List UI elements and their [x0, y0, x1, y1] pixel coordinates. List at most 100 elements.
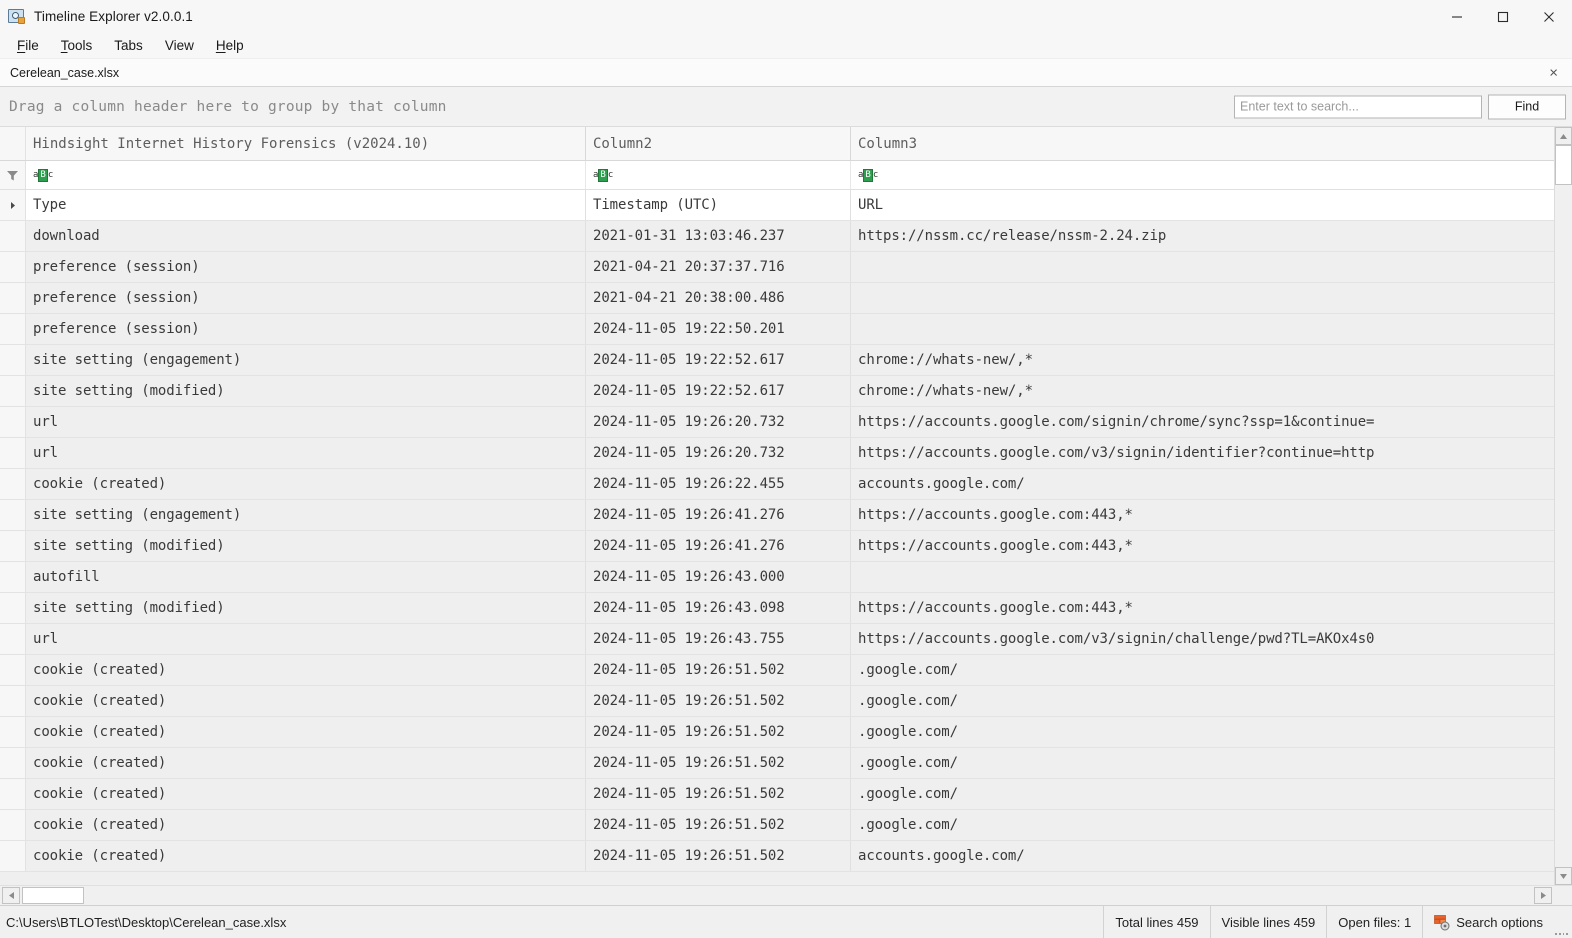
table-cell-1[interactable]: download — [26, 221, 586, 251]
row-indicator-cell[interactable] — [0, 624, 26, 654]
table-cell-1[interactable]: site setting (modified) — [26, 531, 586, 561]
table-row[interactable]: cookie (created)2024-11-05 19:26:51.502.… — [0, 748, 1554, 779]
table-cell-3[interactable]: https://accounts.google.com:443,* — [851, 500, 1554, 530]
table-cell-1[interactable]: autofill — [26, 562, 586, 592]
table-row[interactable]: cookie (created)2024-11-05 19:26:51.502.… — [0, 779, 1554, 810]
table-cell-2[interactable]: 2021-04-21 20:38:00.486 — [586, 283, 851, 313]
table-cell-2[interactable]: 2024-11-05 19:26:51.502 — [586, 686, 851, 716]
table-cell-2[interactable]: 2021-04-21 20:37:37.716 — [586, 252, 851, 282]
row-indicator-cell[interactable] — [0, 593, 26, 623]
menu-help[interactable]: Help — [205, 35, 255, 57]
table-cell-2[interactable]: 2024-11-05 19:26:41.276 — [586, 500, 851, 530]
resize-grip-icon[interactable] — [1554, 906, 1572, 938]
table-cell-1[interactable]: preference (session) — [26, 252, 586, 282]
table-cell-2[interactable]: 2024-11-05 19:26:20.732 — [586, 438, 851, 468]
table-cell-3[interactable]: .google.com/ — [851, 655, 1554, 685]
column-header-1[interactable]: Hindsight Internet History Forensics (v2… — [26, 127, 586, 160]
table-row[interactable]: cookie (created)2024-11-05 19:26:22.455a… — [0, 469, 1554, 500]
row-indicator-cell[interactable] — [0, 779, 26, 809]
table-cell-3[interactable] — [851, 252, 1554, 282]
row-indicator-cell[interactable] — [0, 469, 26, 499]
table-cell-2[interactable]: Timestamp (UTC) — [586, 190, 851, 220]
table-cell-2[interactable]: 2024-11-05 19:22:52.617 — [586, 345, 851, 375]
table-cell-1[interactable]: cookie (created) — [26, 655, 586, 685]
table-cell-1[interactable]: cookie (created) — [26, 841, 586, 871]
row-indicator-cell[interactable] — [0, 841, 26, 871]
table-cell-3[interactable]: .google.com/ — [851, 779, 1554, 809]
table-cell-1[interactable]: site setting (engagement) — [26, 500, 586, 530]
table-cell-3[interactable]: https://nssm.cc/release/nssm-2.24.zip — [851, 221, 1554, 251]
tab-cerelean-case[interactable]: Cerelean_case.xlsx — [0, 59, 129, 86]
table-cell-1[interactable]: cookie (created) — [26, 748, 586, 778]
table-cell-3[interactable]: .google.com/ — [851, 717, 1554, 747]
filter-cell-2[interactable]: aBc — [586, 161, 851, 189]
table-cell-3[interactable]: chrome://whats-new/,* — [851, 345, 1554, 375]
row-indicator-cell[interactable] — [0, 376, 26, 406]
menu-tools[interactable]: Tools — [50, 35, 104, 57]
scroll-left-icon[interactable] — [2, 887, 20, 904]
table-cell-3[interactable]: https://accounts.google.com/v3/signin/id… — [851, 438, 1554, 468]
vertical-scroll-thumb[interactable] — [1555, 145, 1572, 185]
row-indicator-cell[interactable] — [0, 655, 26, 685]
table-cell-3[interactable]: URL — [851, 190, 1554, 220]
table-cell-3[interactable]: accounts.google.com/ — [851, 841, 1554, 871]
menu-file[interactable]: File — [6, 35, 50, 57]
table-cell-2[interactable]: 2024-11-05 19:22:52.617 — [586, 376, 851, 406]
table-cell-2[interactable]: 2021-01-31 13:03:46.237 — [586, 221, 851, 251]
row-indicator-cell[interactable] — [0, 717, 26, 747]
table-cell-1[interactable]: cookie (created) — [26, 686, 586, 716]
row-indicator-cell[interactable] — [0, 283, 26, 313]
menu-tabs[interactable]: Tabs — [103, 35, 154, 57]
close-icon[interactable] — [1526, 0, 1572, 33]
table-row[interactable]: site setting (modified)2024-11-05 19:22:… — [0, 376, 1554, 407]
scroll-down-icon[interactable] — [1555, 867, 1572, 885]
table-row[interactable]: site setting (modified)2024-11-05 19:26:… — [0, 531, 1554, 562]
group-by-panel[interactable]: Drag a column header here to group by th… — [0, 87, 1572, 127]
column-header-2[interactable]: Column2 — [586, 127, 851, 160]
filter-cell-1[interactable]: aBc — [26, 161, 586, 189]
table-cell-1[interactable]: cookie (created) — [26, 469, 586, 499]
vertical-scrollbar[interactable] — [1554, 127, 1572, 885]
row-indicator-cell[interactable] — [0, 810, 26, 840]
row-indicator-cell[interactable] — [0, 252, 26, 282]
table-cell-2[interactable]: 2024-11-05 19:26:51.502 — [586, 748, 851, 778]
horizontal-scroll-thumb[interactable] — [22, 887, 84, 904]
table-row[interactable]: cookie (created)2024-11-05 19:26:51.502a… — [0, 841, 1554, 872]
table-cell-2[interactable]: 2024-11-05 19:22:50.201 — [586, 314, 851, 344]
table-cell-1[interactable]: site setting (engagement) — [26, 345, 586, 375]
table-cell-1[interactable]: url — [26, 438, 586, 468]
table-row[interactable]: cookie (created)2024-11-05 19:26:51.502.… — [0, 810, 1554, 841]
table-cell-3[interactable]: .google.com/ — [851, 686, 1554, 716]
table-row[interactable]: site setting (engagement)2024-11-05 19:2… — [0, 345, 1554, 376]
table-cell-3[interactable]: chrome://whats-new/,* — [851, 376, 1554, 406]
filter-cell-3[interactable]: aBc — [851, 161, 1554, 189]
table-row[interactable]: site setting (engagement)2024-11-05 19:2… — [0, 500, 1554, 531]
row-indicator-cell[interactable] — [0, 748, 26, 778]
table-cell-3[interactable]: https://accounts.google.com/v3/signin/ch… — [851, 624, 1554, 654]
table-row[interactable]: preference (session)2021-04-21 20:37:37.… — [0, 252, 1554, 283]
table-cell-1[interactable]: preference (session) — [26, 314, 586, 344]
row-indicator-cell[interactable] — [0, 562, 26, 592]
table-cell-3[interactable]: .google.com/ — [851, 748, 1554, 778]
table-cell-3[interactable] — [851, 562, 1554, 592]
row-indicator-cell[interactable] — [0, 500, 26, 530]
menu-view[interactable]: View — [154, 35, 205, 57]
table-cell-1[interactable]: site setting (modified) — [26, 593, 586, 623]
minimize-icon[interactable] — [1434, 0, 1480, 33]
table-cell-3[interactable]: https://accounts.google.com:443,* — [851, 531, 1554, 561]
row-indicator-cell[interactable] — [0, 531, 26, 561]
row-indicator-cell[interactable] — [0, 314, 26, 344]
row-indicator-cell[interactable] — [0, 686, 26, 716]
table-row[interactable]: cookie (created)2024-11-05 19:26:51.502.… — [0, 686, 1554, 717]
table-cell-1[interactable]: url — [26, 624, 586, 654]
row-indicator-cell[interactable] — [0, 438, 26, 468]
table-cell-2[interactable]: 2024-11-05 19:26:41.276 — [586, 531, 851, 561]
vertical-scroll-track[interactable] — [1555, 185, 1572, 867]
row-indicator-cell[interactable] — [0, 345, 26, 375]
table-cell-1[interactable]: url — [26, 407, 586, 437]
filter-funnel-icon[interactable] — [0, 161, 26, 189]
table-cell-2[interactable]: 2024-11-05 19:26:51.502 — [586, 810, 851, 840]
table-cell-2[interactable]: 2024-11-05 19:26:43.755 — [586, 624, 851, 654]
table-cell-3[interactable] — [851, 283, 1554, 313]
find-button[interactable]: Find — [1488, 94, 1566, 119]
